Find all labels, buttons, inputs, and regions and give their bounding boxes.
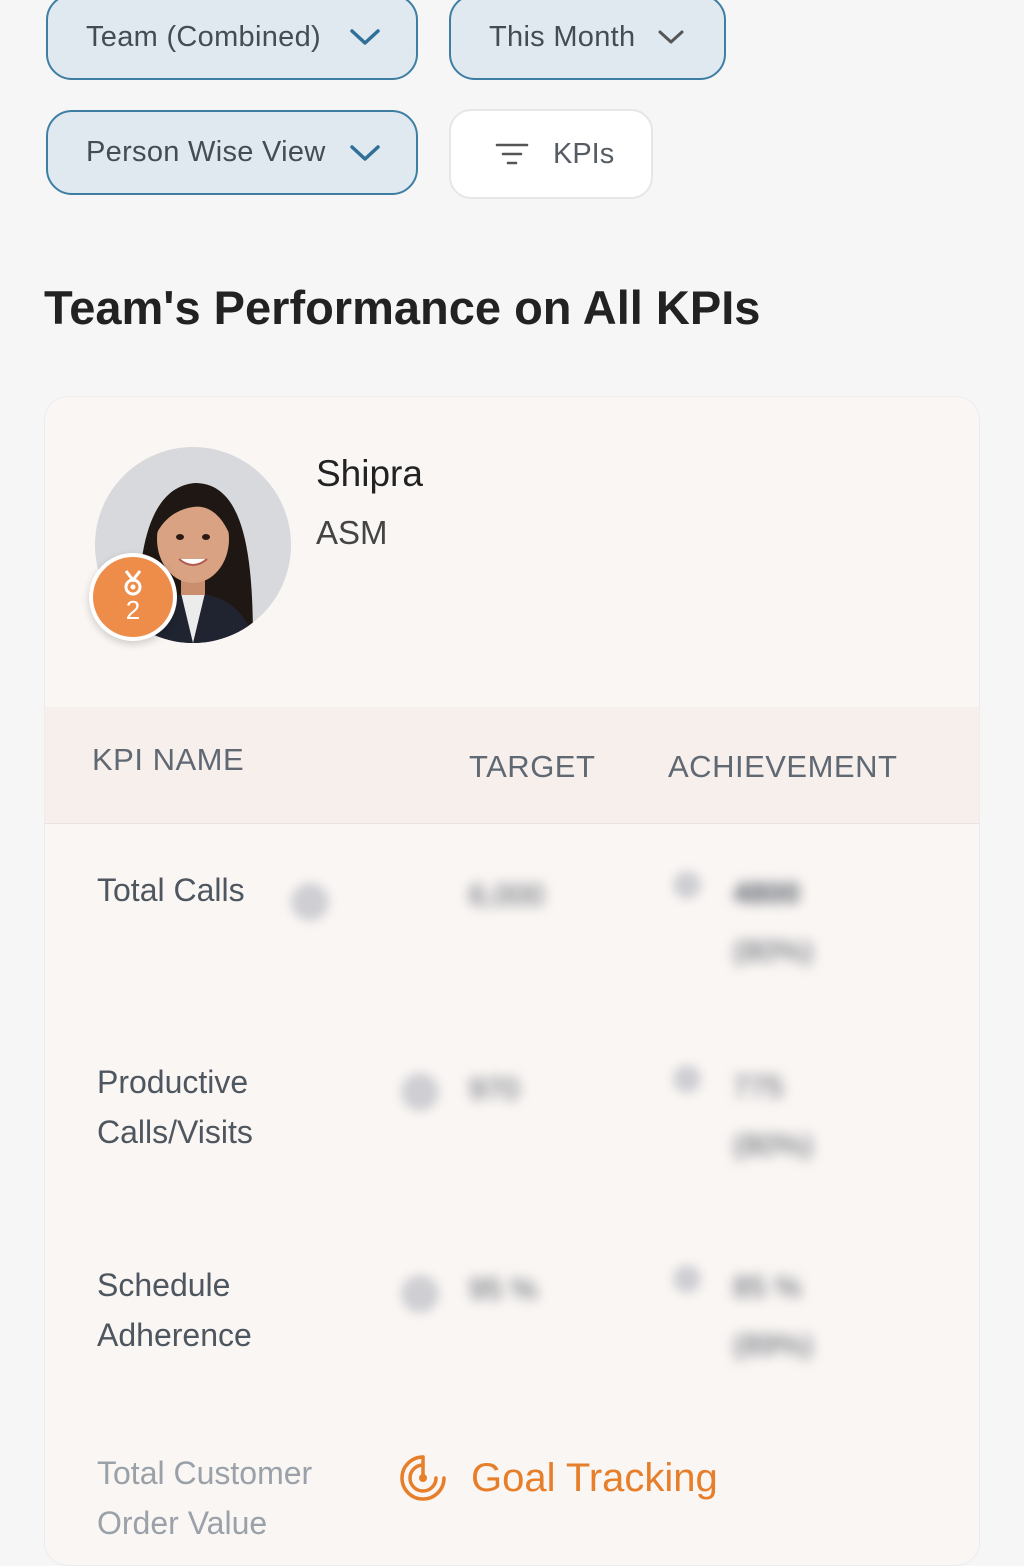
filter-icon (495, 143, 529, 165)
achievement-value: 4800 (733, 877, 800, 910)
trend-icon (673, 1265, 701, 1293)
achievement-percent: (80%) (733, 1129, 814, 1162)
avatar[interactable]: 2 (89, 447, 291, 643)
team-dropdown[interactable]: Team (Combined) (46, 0, 418, 80)
achievement-value: 85 % (733, 1271, 802, 1304)
medal-icon (124, 569, 142, 595)
target-value: 970 (469, 1073, 520, 1106)
target-value: 95 % (469, 1273, 538, 1306)
column-header-kpi-name: KPI NAME (92, 742, 245, 777)
column-header-achievement: ACHIEVEMENT (668, 749, 898, 784)
info-icon (401, 1275, 439, 1313)
period-dropdown[interactable]: This Month (449, 0, 726, 80)
chevron-down-icon (350, 144, 380, 161)
view-dropdown-label: Person Wise View (86, 136, 326, 168)
kpi-name: Schedule Adherence (97, 1267, 252, 1353)
person-performance-card: 2 Shipra ASM KPI NAME TARGET ACHIEVEMENT… (44, 396, 980, 1566)
target-icon (400, 1455, 446, 1501)
chevron-down-icon (658, 30, 684, 44)
team-dropdown-label: Team (Combined) (86, 20, 321, 53)
kpis-filter-button[interactable]: KPIs (449, 109, 653, 199)
info-icon (401, 1073, 439, 1111)
info-icon (291, 883, 329, 921)
target-value: 6,000 (469, 879, 545, 912)
column-header-target: TARGET (469, 749, 596, 784)
person-name: Shipra (316, 453, 423, 494)
achievement-percent: (80%) (733, 935, 814, 968)
kpi-name: Productive Calls/Visits (97, 1064, 253, 1150)
achievement-value: 775 (733, 1071, 784, 1104)
goal-tracking-label: Goal Tracking (471, 1455, 718, 1500)
trend-icon (673, 1065, 701, 1093)
person-role: ASM (316, 514, 388, 551)
achievement-percent: (89%) (733, 1329, 814, 1362)
chevron-down-icon (350, 29, 380, 45)
kpi-name: Total Calls (97, 872, 245, 908)
kpi-name: Total Customer Order Value (97, 1455, 313, 1541)
rank-number: 2 (125, 594, 141, 625)
page-title: Team's Performance on All KPIs (44, 281, 761, 334)
period-dropdown-label: This Month (489, 20, 636, 53)
kpis-button-label: KPIs (553, 137, 615, 170)
view-dropdown[interactable]: Person Wise View (46, 110, 418, 195)
rank-badge: 2 (89, 553, 177, 641)
trend-icon (673, 871, 701, 899)
goal-tracking-overlay[interactable]: Goal Tracking (397, 1452, 718, 1504)
